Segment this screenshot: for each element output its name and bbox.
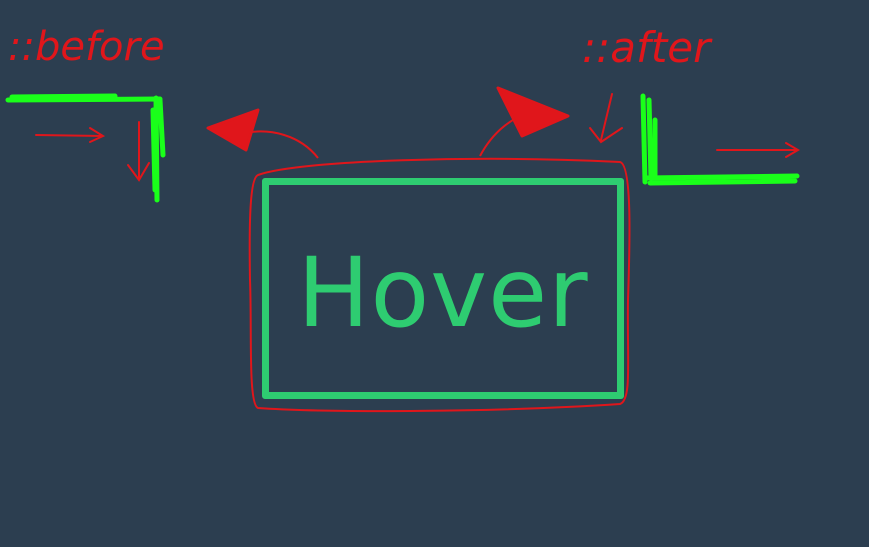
after-left-border [640,93,658,185]
after-down-arrow [589,93,623,144]
diagram-canvas: ::before ::after Hover [0,0,869,547]
after-right-arrow [716,142,800,158]
before-right-arrow [35,127,106,143]
before-top-border [5,93,163,103]
after-label: ::after [582,23,713,72]
before-down-arrow [127,121,150,182]
before-label: ::before [8,24,165,70]
before-right-border [150,95,166,203]
after-bottom-border [642,173,800,186]
after-pointer-head [496,86,570,138]
before-pointer-head [206,108,260,152]
hover-button-label: Hover [297,236,589,349]
hover-button[interactable]: Hover [262,178,624,399]
before-pointer-line [244,130,319,159]
